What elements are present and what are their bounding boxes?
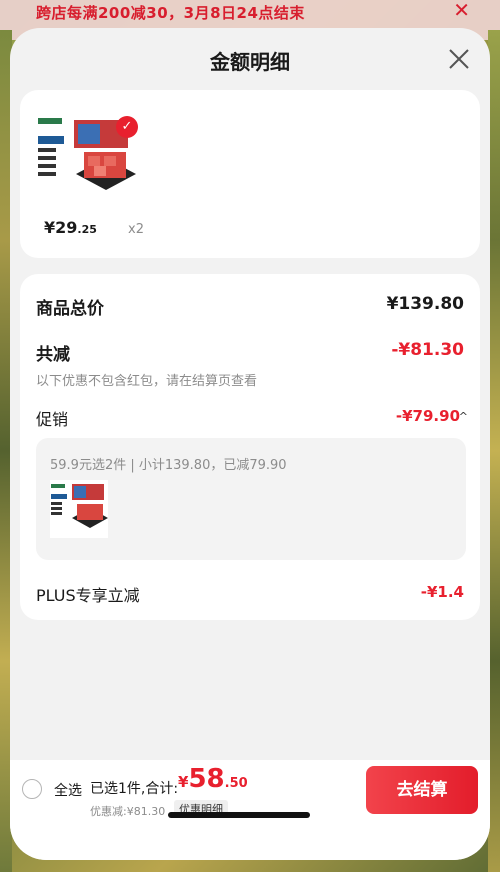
check-icon[interactable]: ✓ [116,116,138,138]
discount-note: 以下优惠不包含红包，请在结算页查看 [36,374,258,389]
select-all-radio[interactable] [22,779,42,799]
product-price-int: ¥29 [44,218,78,237]
promo-detail-box: 59.9元选2件 | 小计139.80，已减79.90 [36,438,466,560]
amount-detail-sheet: 金额明细 ✓ ¥29.25 x2 商品总价 ¥139.80 共减 -¥81.30… [10,28,490,860]
checkout-footer: 全选 已选1件,合计: ¥58.50 优惠减:¥81.30 优惠明细 去结算 [10,760,490,860]
price-detail-card: 商品总价 ¥139.80 共减 -¥81.30 以下优惠不包含红包，请在结算页查… [20,274,480,620]
chevron-up-icon[interactable]: ^ [459,410,468,423]
select-all-label[interactable]: 全选 [54,780,82,800]
promo-value[interactable]: -¥79.90 [396,407,460,425]
promo-product-image[interactable] [50,480,108,538]
sheet-title: 金额明细 [210,50,290,74]
promo-label: 促销 [36,410,69,429]
product-price: ¥29.25 [44,218,97,237]
close-icon[interactable]: ✕ [453,0,470,22]
plus-discount-value: -¥1.4 [420,583,464,601]
discount-label: 共减 [36,345,70,365]
total-currency: ¥ [178,773,189,791]
close-icon[interactable] [446,46,472,72]
total-int: 58 [188,764,225,794]
total-dec: .50 [224,776,248,791]
promo-banner-text: 跨店每满200减30，3月8日24点结束 [36,4,305,22]
product-price-dec: .25 [77,223,97,236]
product-card: ✓ ¥29.25 x2 [20,90,480,258]
home-indicator [168,812,310,818]
plus-discount-label: PLUS专享立减 [36,586,140,605]
discount-value: -¥81.30 [391,340,464,360]
promo-box-text: 59.9元选2件 | 小计139.80，已减79.90 [50,458,287,473]
selected-count-text: 已选1件,合计: [90,781,179,797]
product-quantity: x2 [128,222,144,237]
total-price-value: ¥139.80 [386,294,464,314]
discount-summary: 优惠减:¥81.30 [90,805,166,818]
total-price-label: 商品总价 [36,299,104,319]
total-amount: ¥58.50 [178,764,248,794]
checkout-button[interactable]: 去结算 [366,766,478,814]
